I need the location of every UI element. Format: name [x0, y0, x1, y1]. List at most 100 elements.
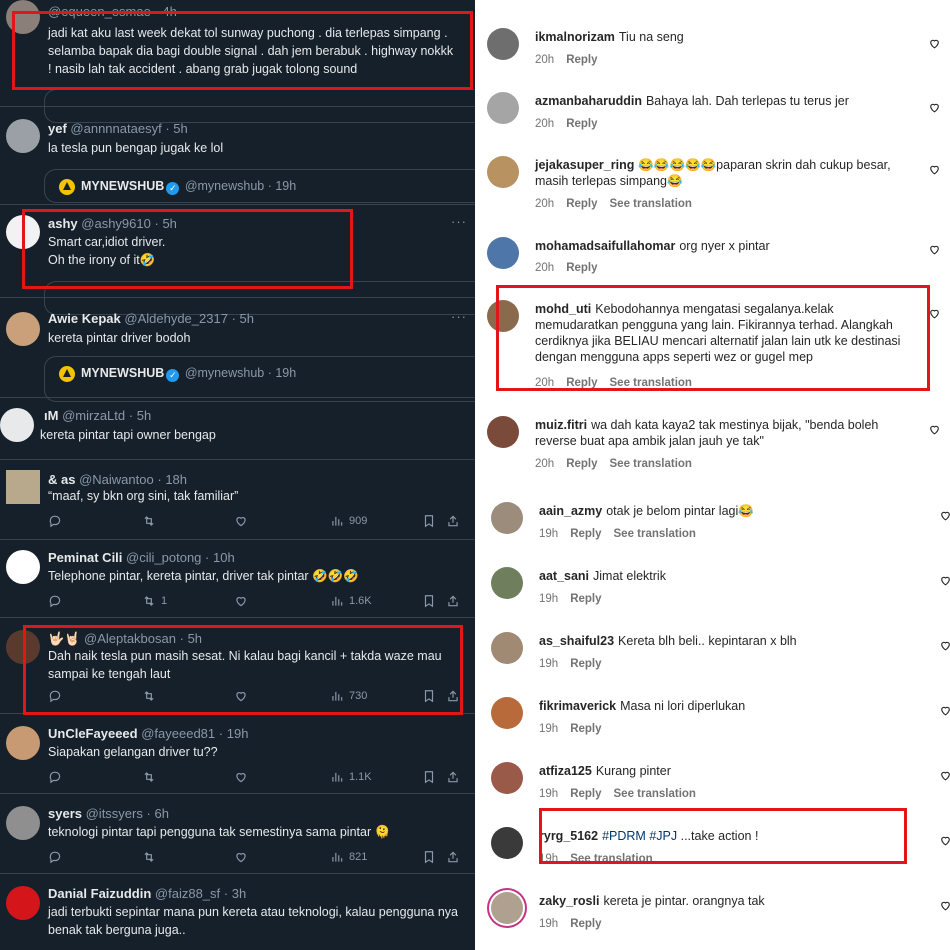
comment-username[interactable]: aain_azmy [539, 504, 602, 518]
quoted-tweet-time[interactable]: 19h [275, 179, 296, 193]
tweet[interactable]: Awie Kepak @Aldehyde_2317 · 5h ··· keret… [0, 298, 475, 402]
heart-icon[interactable] [939, 509, 950, 522]
tweet-time[interactable]: 5h [173, 121, 187, 136]
share-button[interactable] [446, 594, 460, 608]
avatar[interactable] [487, 28, 519, 60]
comment-username[interactable]: aat_sani [539, 569, 589, 583]
comment-username[interactable]: as_shaiful23 [539, 634, 614, 648]
quoted-author-handle[interactable]: @mynewshub [185, 366, 264, 380]
reply-button[interactable]: Reply [570, 788, 601, 800]
heart-icon[interactable] [928, 37, 941, 50]
avatar[interactable] [487, 92, 519, 124]
reply-button[interactable]: Reply [566, 54, 597, 66]
comment-username[interactable]: azmanbaharuddin [535, 94, 642, 108]
reply-button[interactable] [48, 514, 62, 528]
quoted-tweet[interactable]: MYNEWSHUB ✓ @mynewshub · 19h [44, 169, 475, 203]
tweet-time[interactable]: 3h [232, 886, 246, 901]
avatar[interactable] [487, 156, 519, 188]
heart-icon[interactable] [939, 769, 950, 782]
reply-button[interactable]: Reply [570, 918, 601, 930]
reply-button[interactable] [48, 770, 62, 784]
avatar[interactable] [491, 892, 523, 924]
retweet-button[interactable] [142, 850, 156, 864]
avatar[interactable] [6, 726, 40, 760]
tweet-time[interactable]: 18h [165, 472, 187, 487]
author-name[interactable]: Awie Kepak [48, 311, 121, 326]
avatar[interactable] [491, 697, 523, 729]
retweet-button[interactable] [142, 770, 156, 784]
heart-icon[interactable] [928, 423, 941, 436]
reply-button[interactable] [48, 594, 62, 608]
tweet-time[interactable]: 5h [240, 311, 254, 326]
quoted-author-name[interactable]: MYNEWSHUB [81, 179, 164, 193]
share-button[interactable] [446, 850, 460, 864]
reply-button[interactable]: Reply [570, 528, 601, 540]
bookmark-button[interactable] [422, 770, 436, 784]
comment-username[interactable]: zaky_rosli [539, 894, 599, 908]
avatar[interactable] [487, 416, 519, 448]
heart-icon[interactable] [928, 163, 941, 176]
more-options-icon[interactable]: ··· [451, 214, 467, 229]
tweet[interactable]: Peminat Cili @cili_potong · 10h Telephon… [0, 540, 475, 618]
tweet-time[interactable]: 19h [227, 726, 249, 741]
heart-icon[interactable] [939, 899, 950, 912]
author-handle[interactable]: @itssyers [86, 806, 143, 821]
bookmark-button[interactable] [422, 850, 436, 864]
author-name[interactable]: Peminat Cili [48, 550, 122, 565]
heart-icon[interactable] [928, 101, 941, 114]
see-translation-button[interactable]: See translation [610, 198, 692, 210]
more-options-icon[interactable]: ··· [451, 309, 467, 324]
views-button[interactable]: 1.1K [330, 770, 372, 784]
tweet[interactable]: UnCleFayeeed @fayeeed81 · 19h Siapakan g… [0, 714, 475, 794]
avatar[interactable] [6, 886, 40, 920]
heart-icon[interactable] [939, 704, 950, 717]
author-handle[interactable]: @Naiwantoo [79, 472, 154, 487]
author-name[interactable]: ıM [44, 408, 58, 423]
author-name[interactable]: UnCleFayeeed [48, 726, 138, 741]
reply-button[interactable]: Reply [566, 118, 597, 130]
comment-username[interactable]: fikrimaverick [539, 699, 616, 713]
tweet[interactable]: ıM @mirzaLtd · 5h kereta pintar tapi own… [0, 398, 475, 460]
views-button[interactable]: 909 [330, 514, 367, 528]
like-button[interactable] [234, 770, 248, 784]
author-name[interactable]: Danial Faizuddin [48, 886, 151, 901]
bookmark-button[interactable] [422, 594, 436, 608]
retweet-button[interactable]: 1 [142, 594, 167, 608]
like-button[interactable] [234, 514, 248, 528]
share-button[interactable] [446, 770, 460, 784]
avatar[interactable] [6, 550, 40, 584]
avatar[interactable] [6, 312, 40, 346]
heart-icon[interactable] [928, 243, 941, 256]
avatar[interactable] [491, 632, 523, 664]
author-handle[interactable]: @Aldehyde_2317 [124, 311, 228, 326]
comment-username[interactable]: mohamadsaifullahomar [535, 239, 675, 253]
quoted-author-handle[interactable]: @mynewshub [185, 179, 264, 193]
avatar[interactable] [491, 567, 523, 599]
tweet[interactable]: Danial Faizuddin @faiz88_sf · 3h jadi te… [0, 874, 475, 950]
reply-button[interactable]: Reply [570, 593, 601, 605]
avatar[interactable] [491, 502, 523, 534]
tweet[interactable]: syers @itssyers · 6h teknologi pintar ta… [0, 794, 475, 874]
avatar[interactable] [491, 762, 523, 794]
reply-button[interactable]: Reply [570, 658, 601, 670]
heart-icon[interactable] [939, 639, 950, 652]
quoted-author-name[interactable]: MYNEWSHUB [81, 366, 164, 380]
comment-username[interactable]: ikmalnorizam [535, 30, 615, 44]
reply-button[interactable]: Reply [566, 198, 597, 210]
comment-username[interactable]: jejakasuper_ring [535, 158, 634, 172]
quoted-tweet-time[interactable]: 19h [275, 366, 296, 380]
views-button[interactable]: 821 [330, 850, 367, 864]
avatar[interactable] [0, 408, 34, 442]
avatar[interactable] [6, 470, 40, 504]
bookmark-button[interactable] [422, 514, 436, 528]
like-button[interactable] [234, 850, 248, 864]
author-handle[interactable]: @fayeeed81 [141, 726, 215, 741]
see-translation-button[interactable]: See translation [610, 458, 692, 470]
tweet[interactable]: yef @annnnataesyf · 5h la tesla pun beng… [0, 107, 475, 205]
tweet-time[interactable]: 10h [213, 550, 235, 565]
reply-button[interactable] [48, 850, 62, 864]
author-name[interactable]: & as [48, 472, 75, 487]
tweet-time[interactable]: 5h [137, 408, 151, 423]
see-translation-button[interactable]: See translation [614, 788, 696, 800]
author-name[interactable]: syers [48, 806, 82, 821]
